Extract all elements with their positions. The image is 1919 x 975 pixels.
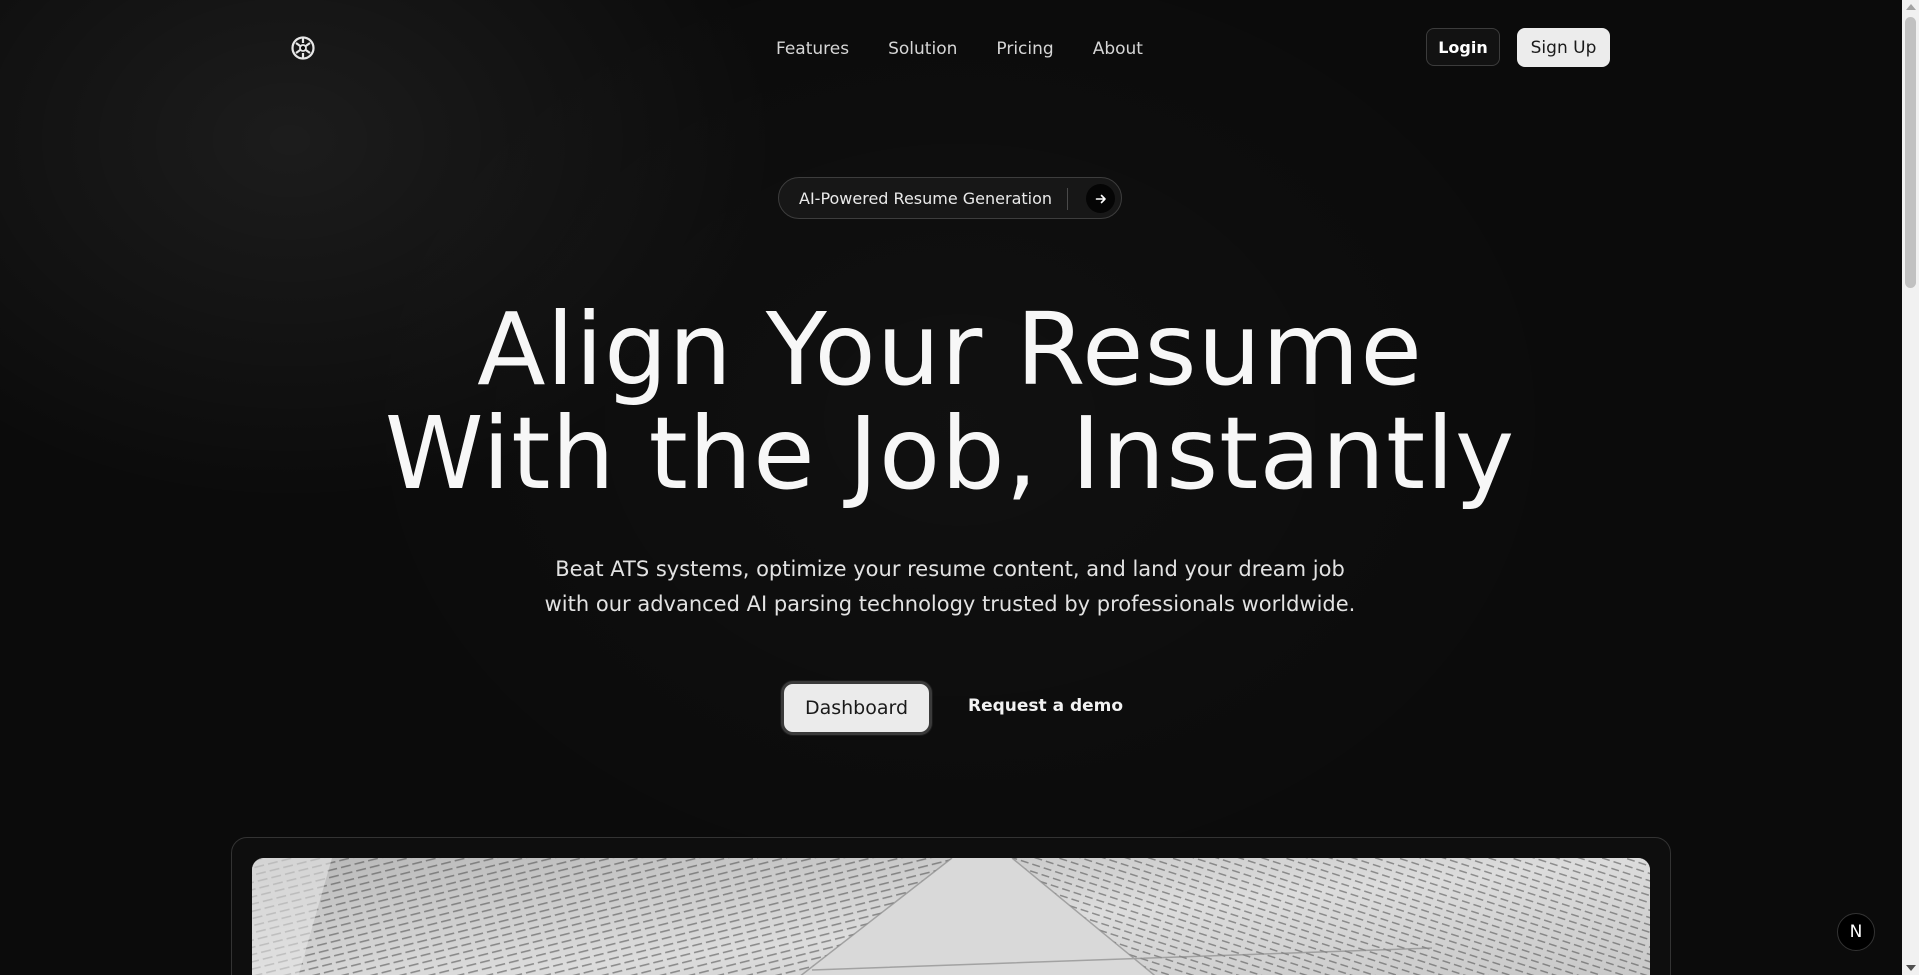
scrollbar-thumb[interactable] [1905, 17, 1916, 288]
vertical-scrollbar[interactable] [1902, 0, 1919, 975]
scroll-up-icon[interactable] [1906, 4, 1916, 10]
request-demo-link[interactable]: Request a demo [968, 696, 1123, 716]
announcement-badge[interactable]: AI-Powered Resume Generation [778, 177, 1122, 219]
badge-divider [1067, 188, 1068, 210]
main-nav: Features Solution Pricing About [776, 36, 1143, 62]
hero-subtitle-line-1: Beat ATS systems, optimize your resume c… [555, 557, 1345, 581]
landing-page: Features Solution Pricing About Login Si… [0, 0, 1919, 975]
arrow-right-icon[interactable] [1086, 184, 1115, 213]
logo-icon[interactable] [290, 35, 316, 61]
nav-item-solution[interactable]: Solution [888, 36, 957, 62]
nav-item-pricing[interactable]: Pricing [996, 36, 1053, 62]
scroll-down-icon[interactable] [1906, 965, 1916, 971]
nav-item-features[interactable]: Features [776, 36, 849, 62]
hero-subtitle-line-2: with our advanced AI parsing technology … [544, 592, 1356, 616]
next-badge[interactable]: N [1837, 913, 1875, 951]
nav-item-about[interactable]: About [1093, 36, 1143, 62]
login-button[interactable]: Login [1426, 28, 1500, 66]
hero-title: Align Your Resume With the Job, Instantl… [0, 298, 1900, 506]
hero-title-line-2: With the Job, Instantly [384, 395, 1516, 512]
dashboard-button[interactable]: Dashboard [781, 681, 932, 735]
hero-subtitle: Beat ATS systems, optimize your resume c… [0, 552, 1900, 622]
badge-text: AI-Powered Resume Generation [799, 188, 1053, 208]
hero-title-line-1: Align Your Resume [477, 291, 1423, 408]
signup-button[interactable]: Sign Up [1517, 28, 1610, 67]
preview-image [252, 858, 1650, 975]
